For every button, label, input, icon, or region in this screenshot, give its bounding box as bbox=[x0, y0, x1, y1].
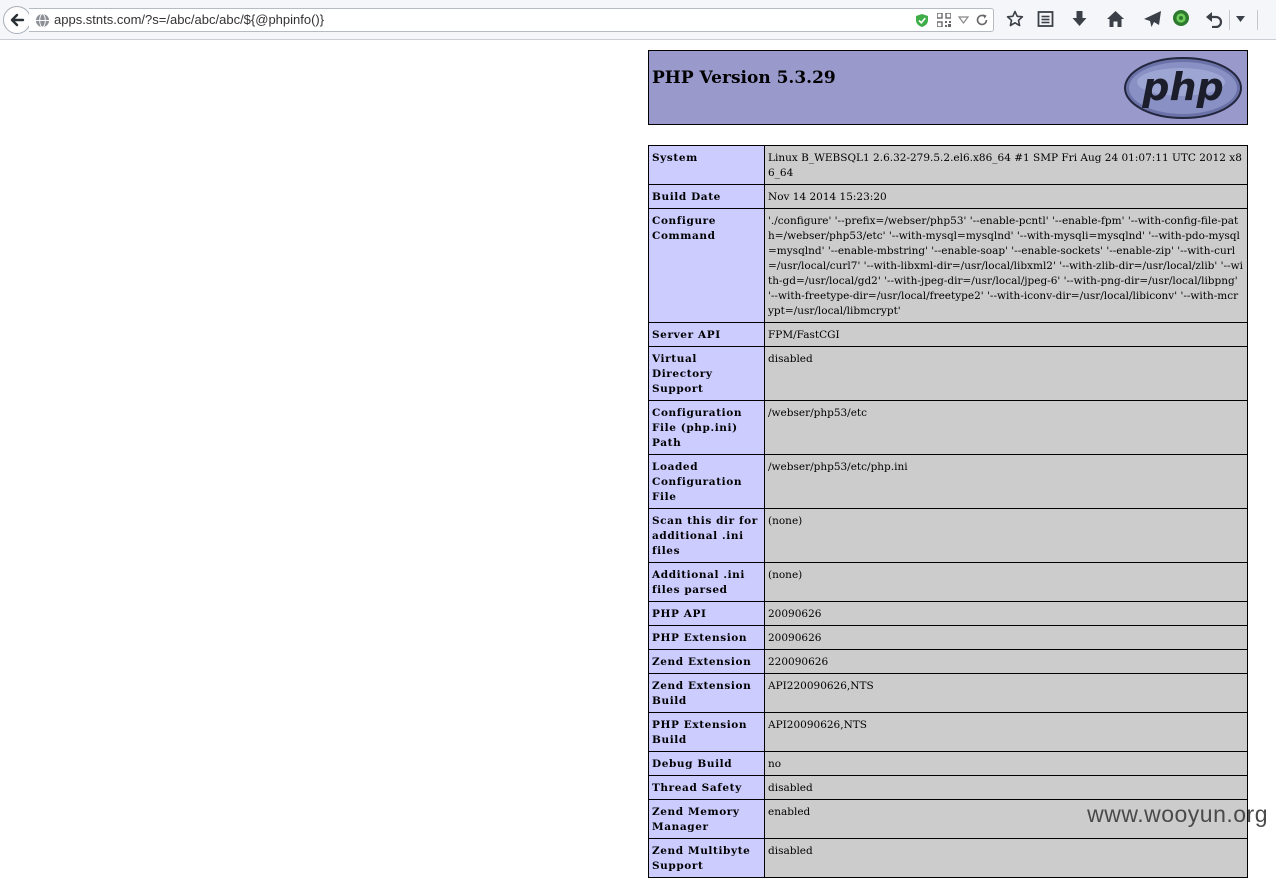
row-value: /webser/php53/etc bbox=[764, 400, 1248, 455]
page-content: PHP Version 5.3.29 php System Linux B_WEB… bbox=[0, 41, 1276, 878]
row-value: Nov 14 2014 15:23:20 bbox=[764, 184, 1248, 209]
row-key: PHP Extension Build bbox=[648, 712, 765, 752]
row-value: disabled bbox=[764, 346, 1248, 401]
row-key: Configure Command bbox=[648, 208, 765, 323]
row-key: Virtual Directory Support bbox=[648, 346, 765, 401]
globe-icon bbox=[35, 13, 50, 28]
row-key: Zend Extension bbox=[648, 649, 765, 674]
table-row: Build Date Nov 14 2014 15:23:20 bbox=[648, 184, 1248, 209]
row-value: (none) bbox=[764, 562, 1248, 602]
row-key: Server API bbox=[648, 322, 765, 347]
row-value: 20090626 bbox=[764, 601, 1248, 626]
send-icon[interactable] bbox=[1143, 10, 1162, 28]
row-value: FPM/FastCGI bbox=[764, 322, 1248, 347]
table-row: Thread Safety disabled bbox=[648, 775, 1248, 800]
row-key: Loaded Configuration File bbox=[648, 454, 765, 509]
table-row: Zend Extension 220090626 bbox=[648, 649, 1248, 674]
download-icon[interactable] bbox=[1071, 10, 1088, 28]
shield-check-icon[interactable] bbox=[915, 13, 929, 28]
php-logo: php bbox=[1124, 57, 1242, 119]
row-key: Additional .ini files parsed bbox=[648, 562, 765, 602]
reader-icon[interactable] bbox=[1037, 10, 1054, 28]
browser-toolbar: apps.stnts.com/?s=/abc/abc/abc/${@phpinf… bbox=[0, 0, 1276, 40]
row-value: 20090626 bbox=[764, 625, 1248, 650]
table-row: PHP Extension Build API20090626,NTS bbox=[648, 712, 1248, 752]
extension-icon[interactable] bbox=[1172, 9, 1190, 27]
row-key: Configuration File (php.ini) Path bbox=[648, 400, 765, 455]
table-row: Additional .ini files parsed (none) bbox=[648, 562, 1248, 602]
row-value: './configure' '--prefix=/webser/php53' '… bbox=[764, 208, 1248, 323]
dropdown-icon[interactable] bbox=[958, 16, 969, 24]
home-icon[interactable] bbox=[1106, 10, 1125, 28]
table-row: PHP Extension 20090626 bbox=[648, 625, 1248, 650]
row-value: no bbox=[764, 751, 1248, 776]
table-row: Configure Command './configure' '--prefix… bbox=[648, 208, 1248, 323]
toolbar-separator-right bbox=[1257, 10, 1258, 30]
phpinfo-table: System Linux B_WEBSQL1 2.6.32-279.5.2.el6… bbox=[648, 145, 1248, 878]
row-value: 220090626 bbox=[764, 649, 1248, 674]
table-row: Virtual Directory Support disabled bbox=[648, 346, 1248, 401]
back-button[interactable] bbox=[3, 6, 31, 34]
table-row: System Linux B_WEBSQL1 2.6.32-279.5.2.el6… bbox=[648, 145, 1248, 185]
qr-code-icon[interactable] bbox=[937, 13, 951, 27]
table-row: PHP API 20090626 bbox=[648, 601, 1248, 626]
row-key: Zend Extension Build bbox=[648, 673, 765, 713]
row-value: disabled bbox=[764, 775, 1248, 800]
table-row: Server API FPM/FastCGI bbox=[648, 322, 1248, 347]
table-row: Scan this dir for additional .ini files(… bbox=[648, 508, 1248, 563]
php-logo-text: php bbox=[1141, 65, 1223, 109]
address-bar[interactable]: apps.stnts.com/?s=/abc/abc/abc/${@phpinf… bbox=[29, 8, 994, 32]
reload-icon[interactable] bbox=[975, 13, 989, 27]
table-row: Zend Multibyte Support disabled bbox=[648, 838, 1248, 878]
row-value: disabled bbox=[764, 838, 1248, 878]
row-key: Zend Memory Manager bbox=[648, 799, 765, 839]
toolbar-separator bbox=[1229, 10, 1230, 30]
row-value: /webser/php53/etc/php.ini bbox=[764, 454, 1248, 509]
table-row: Loaded Configuration File/webser/php53/e… bbox=[648, 454, 1248, 509]
row-key: System bbox=[648, 145, 765, 185]
row-key: PHP Extension bbox=[648, 625, 765, 650]
menu-dropdown-icon[interactable] bbox=[1236, 16, 1245, 22]
row-key: Scan this dir for additional .ini files bbox=[648, 508, 765, 563]
undo-icon[interactable] bbox=[1205, 10, 1223, 28]
table-row: Zend Extension Build API220090626,NTS bbox=[648, 673, 1248, 713]
url-text[interactable]: apps.stnts.com/?s=/abc/abc/abc/${@phpinf… bbox=[54, 12, 324, 27]
php-version-header: PHP Version 5.3.29 php bbox=[648, 50, 1248, 125]
back-arrow-icon bbox=[10, 13, 25, 27]
row-value: API20090626,NTS bbox=[764, 712, 1248, 752]
star-icon[interactable] bbox=[1006, 10, 1024, 28]
php-version-title: PHP Version 5.3.29 bbox=[652, 68, 836, 88]
row-key: Thread Safety bbox=[648, 775, 765, 800]
row-value: Linux B_WEBSQL1 2.6.32-279.5.2.el6.x86_6… bbox=[764, 145, 1248, 185]
row-key: PHP API bbox=[648, 601, 765, 626]
row-value: (none) bbox=[764, 508, 1248, 563]
row-key: Zend Multibyte Support bbox=[648, 838, 765, 878]
row-key: Build Date bbox=[648, 184, 765, 209]
table-row: Configuration File (php.ini) Path/webser… bbox=[648, 400, 1248, 455]
row-key: Debug Build bbox=[648, 751, 765, 776]
row-value: API220090626,NTS bbox=[764, 673, 1248, 713]
watermark: www.wooyun.org bbox=[1087, 801, 1268, 827]
table-row: Debug Build no bbox=[648, 751, 1248, 776]
